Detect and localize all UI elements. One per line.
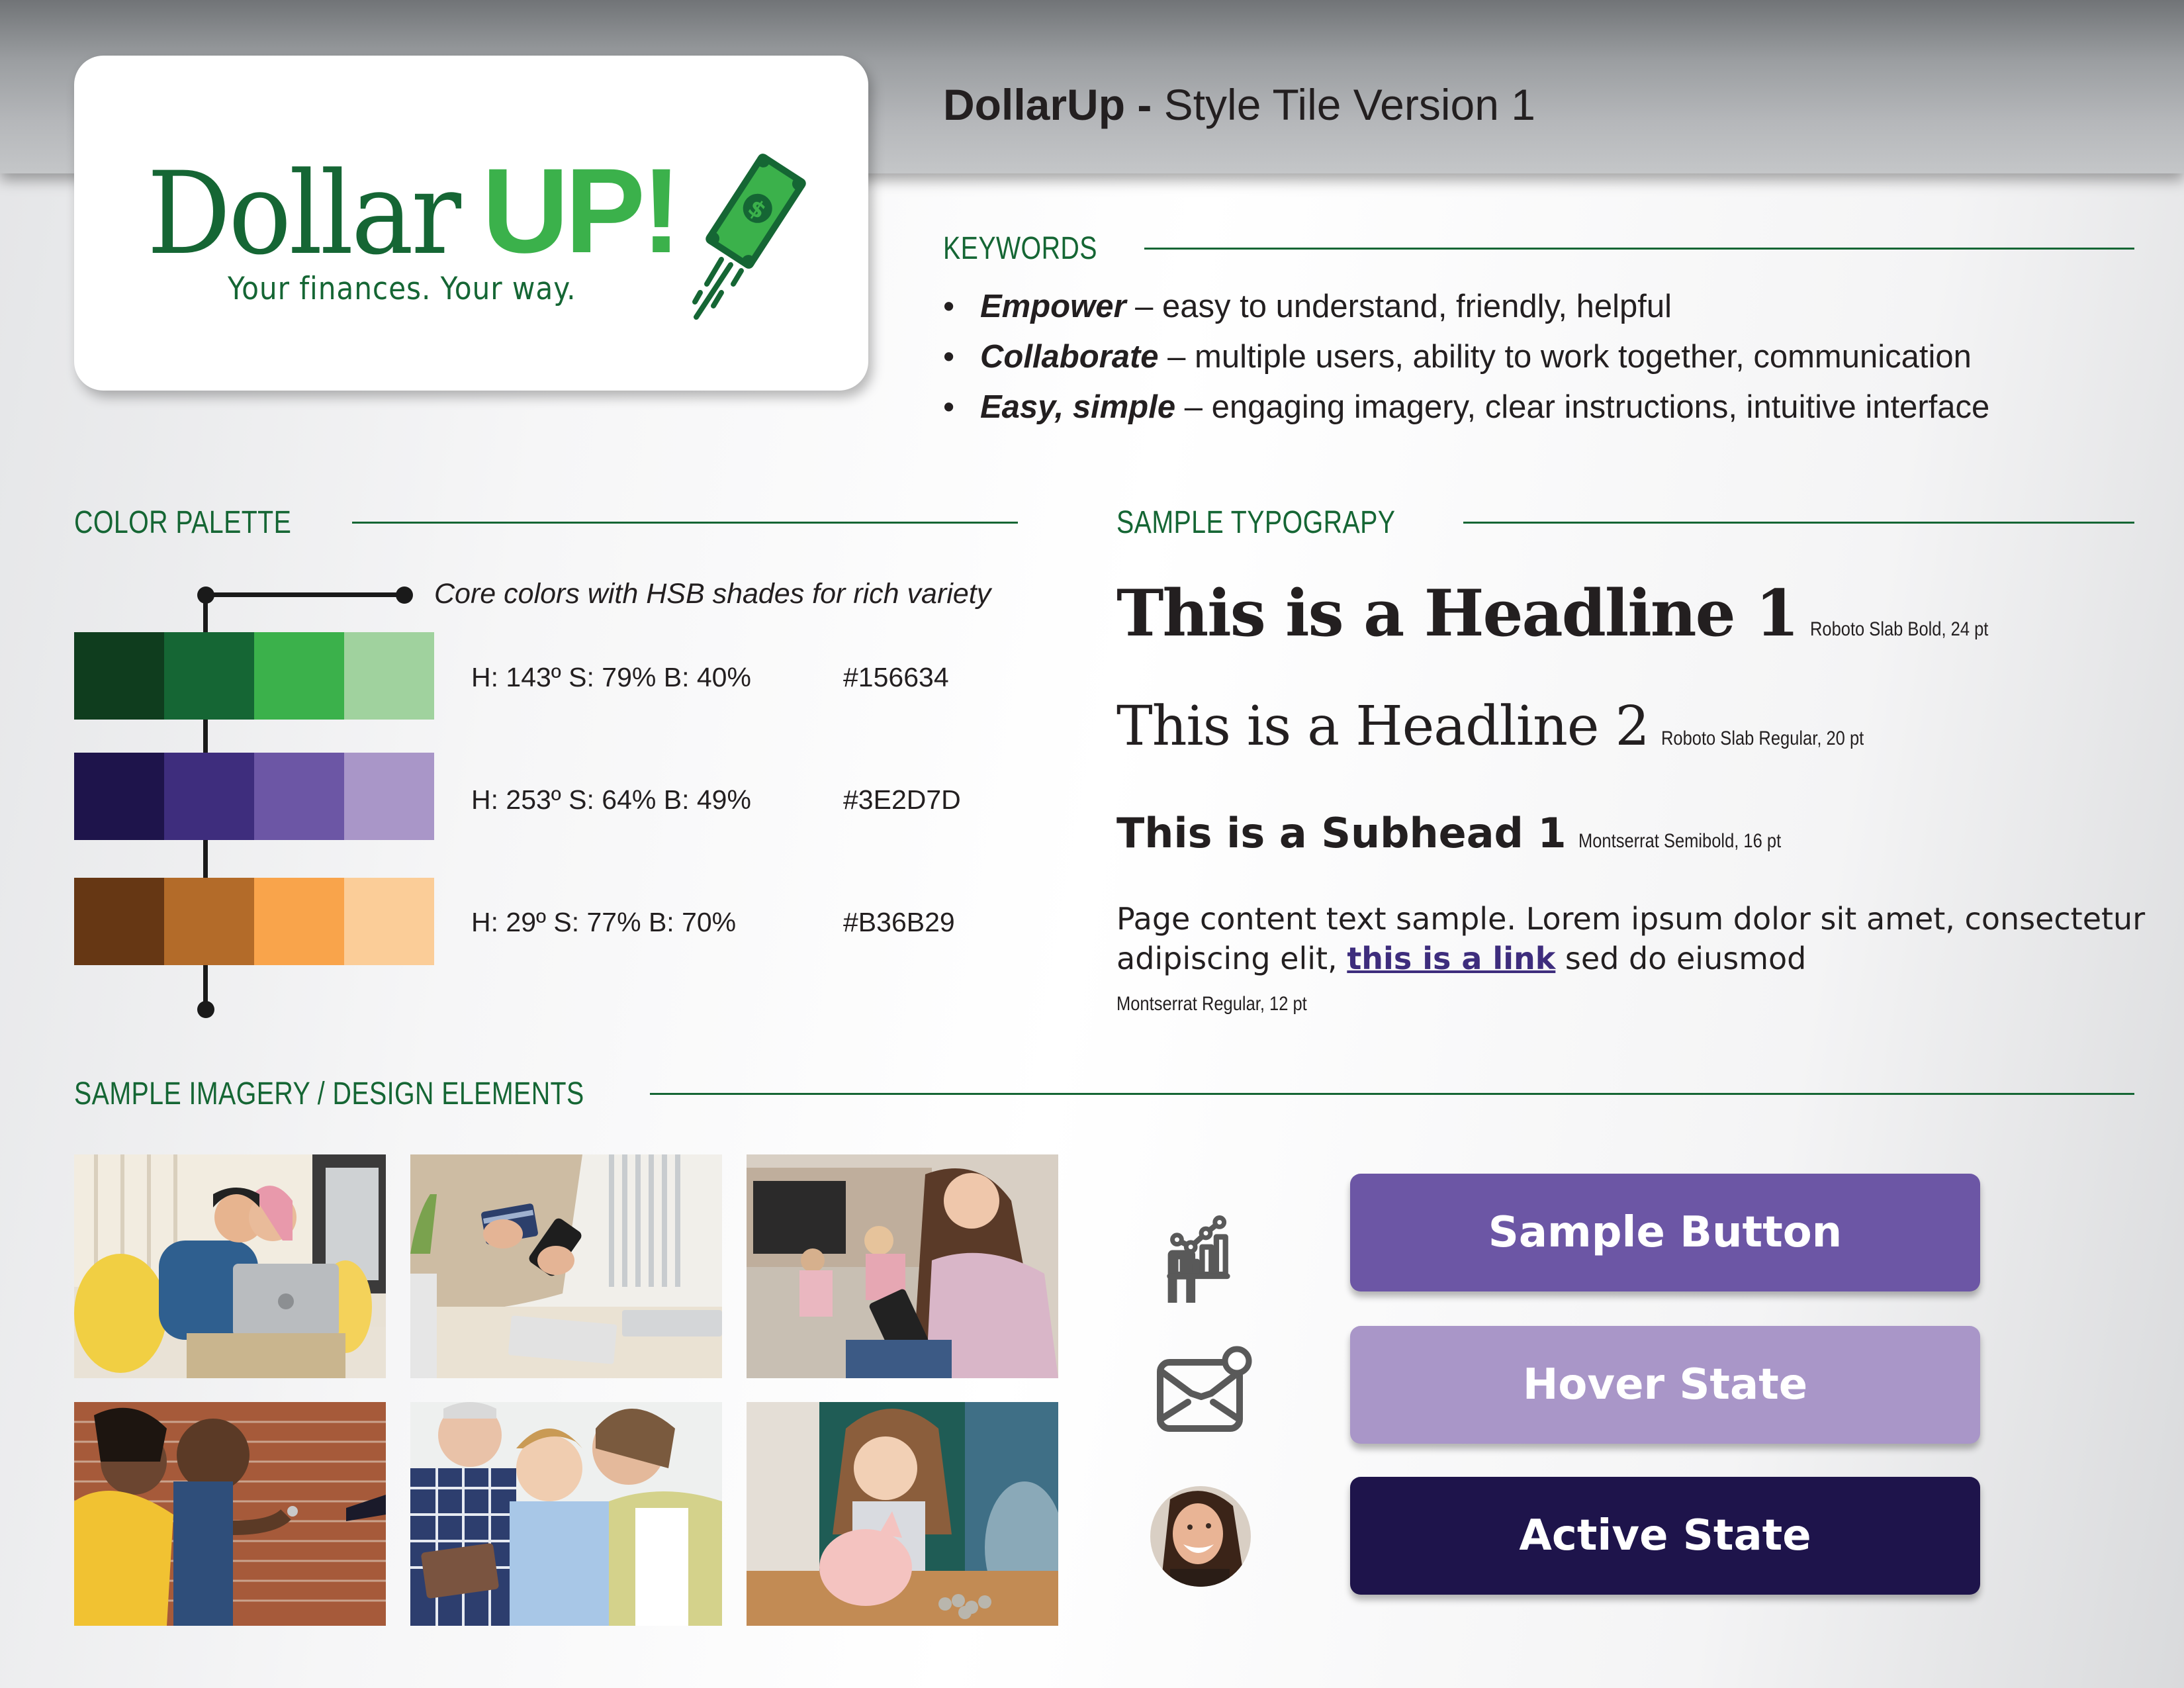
bullet-icon: • — [943, 289, 955, 324]
swatch — [254, 878, 344, 965]
subhead-text: This is a Subhead 1 — [1116, 809, 1567, 857]
page-title-bold: DollarUp - — [943, 80, 1152, 129]
swatch — [254, 632, 344, 720]
body-text-sample: Page content text sample. Lorem ipsum do… — [1116, 899, 2149, 978]
palette-heading: COLOR PALETTE — [74, 505, 292, 540]
timeline-dot — [197, 1001, 214, 1018]
mail-notification-icon — [1157, 1346, 1252, 1432]
body-text: sed do eiusmod — [1555, 941, 1807, 976]
keywords-heading: KEYWORDS — [943, 231, 1097, 266]
typography-heading: SAMPLE TYPOGRAPY — [1116, 505, 1396, 540]
logo-tagline: Your finances. Your way. — [228, 271, 576, 307]
swatch-row-orange — [74, 878, 434, 965]
keyword-item: • Easy, simple – engaging imagery, clear… — [943, 389, 2148, 439]
swatch — [254, 753, 344, 840]
palette-caption: Core colors with HSB shades for rich var… — [434, 578, 991, 610]
keyword-dash: – — [1158, 339, 1195, 375]
palette-section-header: COLOR PALETTE — [74, 504, 1018, 541]
hex-value: #156634 — [843, 662, 949, 692]
swatch — [74, 632, 164, 720]
hsb-value: H: 253º S: 64% B: 49% — [471, 784, 751, 815]
font-note: Montserrat Semibold, 16 pt — [1578, 830, 1781, 852]
keyword-term: Easy, simple — [980, 389, 1176, 425]
swatch — [74, 753, 164, 840]
page-title: DollarUp - Style Tile Version 1 — [943, 79, 1535, 130]
headline-2-sample: This is a Headline 2 Roboto Slab Regular… — [1116, 695, 1899, 758]
hex-value: #B36B29 — [843, 907, 955, 937]
color-spec-green: H: 143º S: 79% B: 40% #156634 — [471, 662, 949, 693]
section-divider — [1463, 522, 2134, 524]
swatch — [74, 878, 164, 965]
color-spec-orange: H: 29º S: 77% B: 70% #B36B29 — [471, 907, 955, 938]
keywords-section-header: KEYWORDS — [943, 230, 2134, 267]
hex-value: #3E2D7D — [843, 784, 961, 815]
keyword-dash: – — [1126, 289, 1163, 324]
logo-word-dollar: Dollar — [147, 147, 461, 280]
typography-section-header: SAMPLE TYPOGRAPY — [1116, 504, 2134, 541]
sample-button[interactable]: Sample Button — [1350, 1174, 1980, 1291]
photo-couple-keys — [74, 1402, 386, 1626]
keyword-item: • Empower – easy to understand, friendly… — [943, 288, 2148, 338]
section-divider — [352, 522, 1018, 524]
page-title-rest: Style Tile Version 1 — [1152, 80, 1535, 129]
section-divider — [1144, 248, 2134, 250]
swatch — [164, 753, 254, 840]
sample-link[interactable]: this is a link — [1347, 941, 1555, 976]
hover-state-button[interactable]: Hover State — [1350, 1326, 1980, 1444]
photo-grandparents-tablet — [410, 1402, 722, 1626]
bar-chart-growth-icon — [1167, 1215, 1230, 1303]
keyword-term: Collaborate — [980, 339, 1159, 375]
timeline-dot — [197, 586, 214, 604]
logo-word-up: UP! — [482, 143, 681, 278]
swatch — [164, 632, 254, 720]
color-spec-purple: H: 253º S: 64% B: 49% #3E2D7D — [471, 784, 961, 816]
keyword-dash: – — [1175, 389, 1212, 425]
logo-card: Dollar UP! $ Your finances. Your way. — [74, 56, 868, 391]
swatch — [344, 632, 434, 720]
imagery-heading: SAMPLE IMAGERY / DESIGN ELEMENTS — [74, 1076, 584, 1111]
swatch-row-green — [74, 632, 434, 720]
headline-1-text: This is a Headline 1 — [1116, 576, 1799, 651]
hsb-value: H: 29º S: 77% B: 70% — [471, 907, 737, 937]
user-avatar[interactable] — [1150, 1486, 1251, 1587]
flying-dollar-bill-icon: $ — [692, 154, 806, 320]
swatch — [344, 753, 434, 840]
section-divider — [649, 1093, 2134, 1095]
bullet-icon: • — [943, 389, 955, 425]
keyword-description: easy to understand, friendly, helpful — [1162, 289, 1672, 324]
keyword-item: • Collaborate – multiple users, ability … — [943, 338, 2148, 389]
font-note: Roboto Slab Regular, 20 pt — [1661, 727, 1864, 749]
font-note: Montserrat Regular, 12 pt — [1116, 993, 1307, 1015]
keyword-description: multiple users, ability to work together… — [1195, 339, 1972, 375]
keyword-term: Empower — [980, 289, 1126, 324]
subhead-sample: This is a Subhead 1 Montserrat Semibold,… — [1116, 809, 1817, 857]
imagery-section-header: SAMPLE IMAGERY / DESIGN ELEMENTS — [74, 1076, 2134, 1112]
hsb-value: H: 143º S: 79% B: 40% — [471, 662, 751, 692]
swatch — [344, 878, 434, 965]
font-note: Roboto Slab Bold, 24 pt — [1809, 618, 1989, 640]
bullet-icon: • — [943, 339, 955, 375]
logo-wordmark: Dollar UP! — [147, 138, 682, 280]
swatch — [164, 878, 254, 965]
photo-couple-laptop — [74, 1154, 386, 1378]
headline-2-text: This is a Headline 2 — [1116, 695, 1650, 758]
active-state-button[interactable]: Active State — [1350, 1477, 1980, 1595]
photo-card-phone — [410, 1154, 722, 1378]
keyword-description: engaging imagery, clear instructions, in… — [1211, 389, 1990, 425]
keywords-list: • Empower – easy to understand, friendly… — [943, 288, 2148, 439]
swatch-row-purple — [74, 753, 434, 840]
photo-mother-tablet — [747, 1154, 1058, 1378]
palette-connector-line — [203, 592, 405, 597]
headline-1-sample: This is a Headline 1 Roboto Slab Bold, 2… — [1116, 576, 2020, 651]
photo-girl-piggybank — [747, 1402, 1058, 1626]
timeline-dot — [396, 586, 413, 604]
